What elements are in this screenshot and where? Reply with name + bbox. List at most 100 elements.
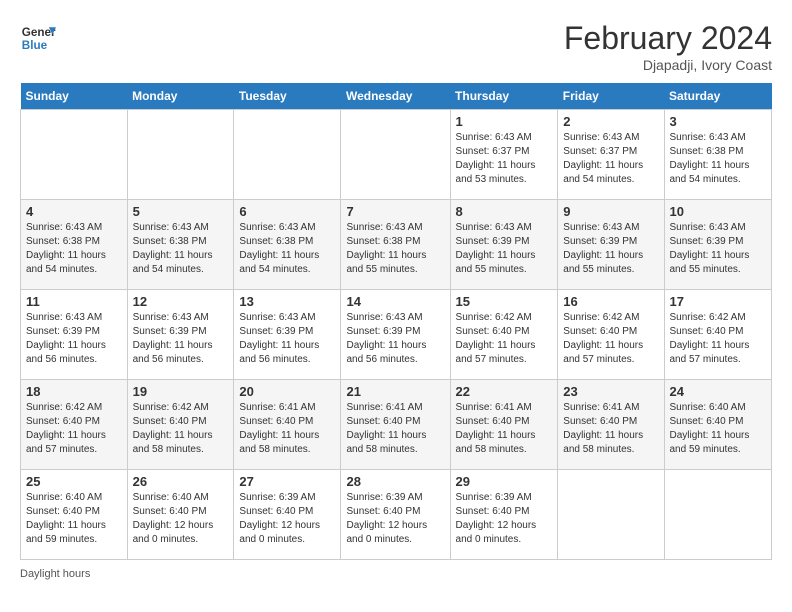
calendar-cell: 13 Sunrise: 6:43 AM Sunset: 6:39 PM Dayli…: [234, 290, 341, 380]
week-row-1: 4Sunrise: 6:43 AM Sunset: 6:38 PM Daylig…: [21, 200, 772, 290]
calendar-cell: 22 Sunrise: 6:41 AM Sunset: 6:40 PM Dayli…: [450, 380, 558, 470]
location: Djapadji, Ivory Coast: [564, 57, 772, 73]
day-info: Sunrise: 6:39 AM Sunset: 6:40 PM Dayligh…: [239, 491, 335, 547]
calendar-cell: 26 Sunrise: 6:40 AM Sunset: 6:40 PM Dayli…: [127, 470, 234, 560]
day-number: 1: [456, 114, 553, 129]
header-row: SundayMondayTuesdayWednesdayThursdayFrid…: [21, 83, 772, 110]
day-number: 15: [456, 294, 553, 309]
day-info: Sunrise: 6:41 AM Sunset: 6:40 PM Dayligh…: [456, 401, 553, 457]
day-number: 8: [456, 204, 553, 219]
calendar-cell: 23 Sunrise: 6:41 AM Sunset: 6:40 PM Dayli…: [558, 380, 664, 470]
week-row-3: 18 Sunrise: 6:42 AM Sunset: 6:40 PM Dayli…: [21, 380, 772, 470]
daylight-label: Daylight hours: [20, 568, 90, 580]
col-header-tuesday: Tuesday: [234, 83, 341, 110]
day-info: Sunrise: 6:42 AM Sunset: 6:40 PM Dayligh…: [456, 311, 553, 367]
day-info: Sunrise: 6:40 AM Sunset: 6:40 PM Dayligh…: [26, 491, 122, 547]
calendar-cell: 10 Sunrise: 6:43 AM Sunset: 6:39 PM Dayli…: [664, 200, 772, 290]
day-info: Sunrise: 6:43 AM Sunset: 6:38 PM Dayligh…: [239, 221, 335, 277]
calendar-cell: 18 Sunrise: 6:42 AM Sunset: 6:40 PM Dayli…: [21, 380, 128, 470]
day-info: Sunrise: 6:42 AM Sunset: 6:40 PM Dayligh…: [563, 311, 658, 367]
day-info: Sunrise: 6:43 AM Sunset: 6:39 PM Dayligh…: [239, 311, 335, 367]
calendar-cell: 14 Sunrise: 6:43 AM Sunset: 6:39 PM Dayli…: [341, 290, 450, 380]
day-number: 13: [239, 294, 335, 309]
day-number: 12: [133, 294, 229, 309]
calendar-cell: 8 Sunrise: 6:43 AM Sunset: 6:39 PM Daylig…: [450, 200, 558, 290]
week-row-4: 25Sunrise: 6:40 AM Sunset: 6:40 PM Dayli…: [21, 470, 772, 560]
day-info: Sunrise: 6:39 AM Sunset: 6:40 PM Dayligh…: [456, 491, 553, 547]
day-number: 18: [26, 384, 122, 399]
title-block: February 2024 Djapadji, Ivory Coast: [564, 20, 772, 73]
logo: General Blue: [20, 20, 56, 56]
day-info: Sunrise: 6:43 AM Sunset: 6:37 PM Dayligh…: [456, 131, 553, 187]
day-info: Sunrise: 6:42 AM Sunset: 6:40 PM Dayligh…: [133, 401, 229, 457]
day-info: Sunrise: 6:40 AM Sunset: 6:40 PM Dayligh…: [133, 491, 229, 547]
day-info: Sunrise: 6:41 AM Sunset: 6:40 PM Dayligh…: [239, 401, 335, 457]
day-info: Sunrise: 6:41 AM Sunset: 6:40 PM Dayligh…: [563, 401, 658, 457]
footer: Daylight hours: [20, 568, 772, 580]
day-number: 26: [133, 474, 229, 489]
day-info: Sunrise: 6:43 AM Sunset: 6:38 PM Dayligh…: [670, 131, 767, 187]
calendar-cell: [234, 110, 341, 200]
day-number: 20: [239, 384, 335, 399]
calendar-cell: 20 Sunrise: 6:41 AM Sunset: 6:40 PM Dayli…: [234, 380, 341, 470]
col-header-monday: Monday: [127, 83, 234, 110]
day-info: Sunrise: 6:43 AM Sunset: 6:38 PM Dayligh…: [133, 221, 229, 277]
calendar-cell: 11 Sunrise: 6:43 AM Sunset: 6:39 PM Dayli…: [21, 290, 128, 380]
day-info: Sunrise: 6:43 AM Sunset: 6:39 PM Dayligh…: [456, 221, 553, 277]
col-header-thursday: Thursday: [450, 83, 558, 110]
day-number: 14: [346, 294, 444, 309]
page-header: General Blue February 2024 Djapadji, Ivo…: [20, 20, 772, 73]
day-info: Sunrise: 6:43 AM Sunset: 6:39 PM Dayligh…: [346, 311, 444, 367]
col-header-saturday: Saturday: [664, 83, 772, 110]
day-number: 7: [346, 204, 444, 219]
calendar-cell: 6Sunrise: 6:43 AM Sunset: 6:38 PM Daylig…: [234, 200, 341, 290]
week-row-0: 1 Sunrise: 6:43 AM Sunset: 6:37 PM Daylig…: [21, 110, 772, 200]
calendar-cell: [341, 110, 450, 200]
day-number: 24: [670, 384, 767, 399]
calendar-cell: 7 Sunrise: 6:43 AM Sunset: 6:38 PM Daylig…: [341, 200, 450, 290]
calendar-cell: [21, 110, 128, 200]
calendar-cell: 17Sunrise: 6:42 AM Sunset: 6:40 PM Dayli…: [664, 290, 772, 380]
calendar-cell: 19 Sunrise: 6:42 AM Sunset: 6:40 PM Dayli…: [127, 380, 234, 470]
day-number: 2: [563, 114, 658, 129]
day-info: Sunrise: 6:43 AM Sunset: 6:39 PM Dayligh…: [563, 221, 658, 277]
day-number: 9: [563, 204, 658, 219]
day-info: Sunrise: 6:42 AM Sunset: 6:40 PM Dayligh…: [26, 401, 122, 457]
logo-icon: General Blue: [20, 20, 56, 56]
calendar-cell: 16 Sunrise: 6:42 AM Sunset: 6:40 PM Dayli…: [558, 290, 664, 380]
day-number: 19: [133, 384, 229, 399]
day-number: 11: [26, 294, 122, 309]
svg-text:Blue: Blue: [22, 39, 48, 52]
day-number: 21: [346, 384, 444, 399]
calendar-cell: 15 Sunrise: 6:42 AM Sunset: 6:40 PM Dayli…: [450, 290, 558, 380]
calendar-cell: [558, 470, 664, 560]
calendar-cell: 29Sunrise: 6:39 AM Sunset: 6:40 PM Dayli…: [450, 470, 558, 560]
col-header-sunday: Sunday: [21, 83, 128, 110]
calendar-cell: 9 Sunrise: 6:43 AM Sunset: 6:39 PM Daylig…: [558, 200, 664, 290]
day-number: 16: [563, 294, 658, 309]
day-number: 27: [239, 474, 335, 489]
day-info: Sunrise: 6:43 AM Sunset: 6:37 PM Dayligh…: [563, 131, 658, 187]
day-info: Sunrise: 6:43 AM Sunset: 6:39 PM Dayligh…: [26, 311, 122, 367]
week-row-2: 11 Sunrise: 6:43 AM Sunset: 6:39 PM Dayli…: [21, 290, 772, 380]
day-info: Sunrise: 6:43 AM Sunset: 6:38 PM Dayligh…: [346, 221, 444, 277]
day-info: Sunrise: 6:43 AM Sunset: 6:39 PM Dayligh…: [133, 311, 229, 367]
calendar-cell: 5 Sunrise: 6:43 AM Sunset: 6:38 PM Daylig…: [127, 200, 234, 290]
day-info: Sunrise: 6:43 AM Sunset: 6:39 PM Dayligh…: [670, 221, 767, 277]
calendar-table: SundayMondayTuesdayWednesdayThursdayFrid…: [20, 83, 772, 560]
day-number: 22: [456, 384, 553, 399]
calendar-cell: 27 Sunrise: 6:39 AM Sunset: 6:40 PM Dayli…: [234, 470, 341, 560]
day-info: Sunrise: 6:39 AM Sunset: 6:40 PM Dayligh…: [346, 491, 444, 547]
calendar-cell: 28Sunrise: 6:39 AM Sunset: 6:40 PM Dayli…: [341, 470, 450, 560]
day-number: 10: [670, 204, 767, 219]
calendar-cell: 1 Sunrise: 6:43 AM Sunset: 6:37 PM Daylig…: [450, 110, 558, 200]
month-title: February 2024: [564, 20, 772, 57]
day-number: 3: [670, 114, 767, 129]
calendar-cell: 25Sunrise: 6:40 AM Sunset: 6:40 PM Dayli…: [21, 470, 128, 560]
calendar-cell: 12 Sunrise: 6:43 AM Sunset: 6:39 PM Dayli…: [127, 290, 234, 380]
day-number: 23: [563, 384, 658, 399]
calendar-cell: 3 Sunrise: 6:43 AM Sunset: 6:38 PM Daylig…: [664, 110, 772, 200]
day-number: 5: [133, 204, 229, 219]
col-header-friday: Friday: [558, 83, 664, 110]
calendar-cell: 21Sunrise: 6:41 AM Sunset: 6:40 PM Dayli…: [341, 380, 450, 470]
